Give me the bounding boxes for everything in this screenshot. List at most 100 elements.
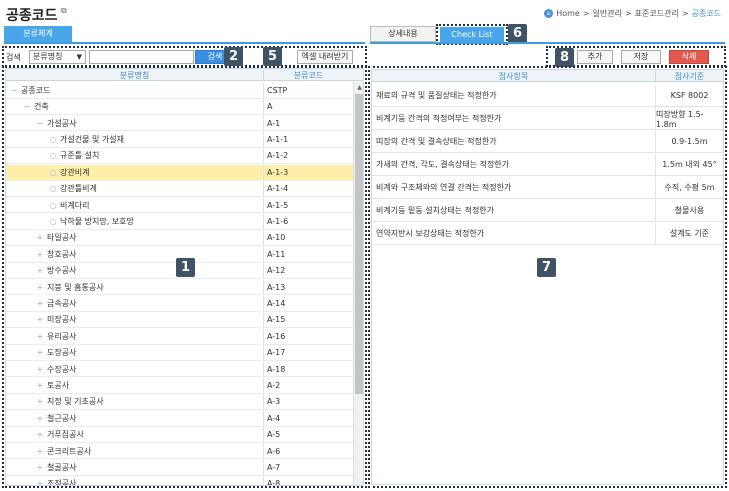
add-button[interactable]: 추가 [577,50,613,64]
tree-row[interactable]: + 지정 및 기초공사 A-3 [6,394,353,411]
tab-classification[interactable]: 분류체계 [4,26,72,42]
collapse-icon[interactable]: − [23,102,31,111]
tree-node: + 유리공사 [6,329,77,344]
checklist-standard: 설계도 기준 [655,223,723,244]
tree-row[interactable]: ○ 강관비계 A-1-3 [6,165,353,181]
checklist-row[interactable]: 가새의 간격, 각도, 결속상태는 적정한가 1.5m 내외 45° [372,154,723,176]
tree-node-label[interactable]: 수장공사 [47,364,76,375]
scroll-thumb[interactable] [355,94,363,394]
col-header-standard[interactable]: 점사기준 [655,71,723,82]
expand-icon[interactable]: + [36,283,44,292]
checklist-row[interactable]: 비계와 구조체와의 연결 간격는 적정한가 수직, 수평 5m [372,177,723,199]
col-header-code[interactable]: 분류코드 [263,70,353,81]
tree-node-label[interactable]: 철근공사 [47,413,76,424]
tree-node: ○ 강관틀비계 [6,181,97,196]
checklist-row[interactable]: 재료의 규격 및 품질상태는 적정한가 KSF 8002 [372,85,723,107]
tree-node: + 창호공사 [6,247,77,262]
checklist-row[interactable]: 연약지반시 보강상태는 적정한가 설계도 기준 [372,223,723,245]
expand-icon[interactable]: + [36,250,44,259]
external-link-icon[interactable]: ⧉ [61,6,67,16]
tree-row[interactable]: ○ 강관틀비계 A-1-4 [6,181,353,197]
expand-icon[interactable]: + [36,315,44,324]
home-icon[interactable]: ⌂ [544,9,554,18]
tree-row[interactable]: + 수장공사 A-18 [6,361,353,378]
tree-node-label[interactable]: 강관틀비계 [60,183,97,194]
expand-icon[interactable]: + [36,430,44,439]
tree-node-label[interactable]: 미장공사 [47,314,76,325]
tree-row[interactable]: + 조적공사 A-8 [6,476,353,485]
tree-node-label[interactable]: 도장공사 [47,347,76,358]
tree-node-label[interactable]: 거푸집공사 [47,429,84,440]
expand-icon[interactable]: + [36,381,44,390]
breadcrumb-item-general[interactable]: 일반관리 [593,8,622,19]
tree-row[interactable]: ○ 비계다리 A-1-5 [6,197,353,214]
col-header-item[interactable]: 점사항목 [372,71,655,82]
tree-node-label[interactable]: 유리공사 [47,331,76,342]
tree-row[interactable]: ○ 가설건물 및 가설재 A-1-1 [6,132,353,148]
tree-node-label[interactable]: 가설공사 [47,118,76,129]
expand-icon[interactable]: + [36,414,44,423]
tree-node-label[interactable]: 가설건물 및 가설재 [60,134,124,145]
tree-node-label[interactable]: 토공사 [47,380,69,391]
tree-row[interactable]: + 타일공사 A-10 [6,230,353,247]
tree-node-label[interactable]: 비계다리 [60,200,89,211]
checklist-row[interactable]: 비계기둥 간격의 적정여부는 적정한가 띠장방향 1.5-1.8m [372,108,723,130]
tree-node-code: A-1-1 [263,132,353,147]
expand-icon[interactable]: + [36,233,44,242]
tree-scrollbar[interactable]: ▲ [353,82,363,485]
tree-row[interactable]: + 도장공사 A-17 [6,345,353,361]
expand-icon[interactable]: + [36,463,44,472]
expand-icon[interactable]: + [36,266,44,275]
tree-node-label[interactable]: 공종코드 [21,85,50,96]
tree-node-label[interactable]: 건축 [34,101,49,112]
checklist-row[interactable]: 비계기둥 밑둥 설치상태는 적정한가 철물사용 [372,200,723,222]
tree-row[interactable]: + 콘크리트공사 A-6 [6,443,353,460]
tree-node-label[interactable]: 창호공사 [47,249,76,260]
tree-row[interactable]: + 금속공사 A-14 [6,296,353,312]
tree-row[interactable]: + 지붕 및 홈통공사 A-13 [6,279,353,296]
collapse-icon[interactable]: − [36,119,44,128]
tree-row[interactable]: + 철근공사 A-4 [6,411,353,427]
expand-icon[interactable]: + [36,348,44,357]
tree-row[interactable]: − 공종코드 CSTP [6,83,353,99]
tab-checklist[interactable]: Check List [440,27,504,43]
tree-row[interactable]: + 유리공사 A-16 [6,329,353,345]
tree-node-label[interactable]: 타일공사 [47,232,76,243]
collapse-icon[interactable]: − [10,86,18,95]
tree-row[interactable]: ○ 규준틀 설치 A-1-2 [6,148,353,165]
checklist-row[interactable]: 띠장의 간격 및 결속상태는 적정한가 0.9-1.5m [372,131,723,153]
breadcrumb-home[interactable]: Home [556,9,580,18]
expand-icon[interactable]: + [36,332,44,341]
tree-row[interactable]: + 거푸집공사 A-5 [6,427,353,443]
tree-node-label[interactable]: 조적공사 [47,478,76,485]
expand-icon[interactable]: + [36,447,44,456]
expand-icon[interactable]: + [36,365,44,374]
tree-row[interactable]: + 철골공사 A-7 [6,460,353,476]
tree-row[interactable]: + 토공사 A-2 [6,378,353,394]
tree-node-label[interactable]: 지붕 및 홈통공사 [47,282,104,293]
tree-node-label[interactable]: 방수공사 [47,265,76,276]
tree-node-label[interactable]: 금속공사 [47,298,76,309]
tree-row[interactable]: + 미장공사 A-15 [6,312,353,329]
tree-node-label[interactable]: 철골공사 [47,462,76,473]
expand-icon[interactable]: + [36,397,44,406]
excel-download-button[interactable]: 엑셀 내려받기 [297,50,353,64]
right-tab-underline [370,42,725,44]
tab-detail[interactable]: 상세내용 [370,26,436,42]
scroll-up-icon[interactable]: ▲ [354,84,363,91]
delete-button[interactable]: 삭제 [669,50,709,64]
tree-node-label[interactable]: 낙하물 방지망, 보호망 [60,216,134,227]
breadcrumb-item-stdcode[interactable]: 표준코드관리 [635,8,679,19]
tree-node-label[interactable]: 규준틀 설치 [60,150,99,161]
save-button[interactable]: 저장 [621,50,661,64]
tree-row[interactable]: ○ 낙하물 방지망, 보호망 A-1-6 [6,214,353,230]
expand-icon[interactable]: + [36,299,44,308]
tree-node-label[interactable]: 지정 및 기초공사 [47,396,104,407]
tree-node-label[interactable]: 콘크리트공사 [47,446,91,457]
expand-icon[interactable]: + [36,479,44,485]
col-header-name[interactable]: 분류명칭 [6,70,263,81]
tree-row[interactable]: − 건축 A [6,99,353,115]
annotation-badge-5: 5 [263,47,282,66]
tree-node-label[interactable]: 강관비계 [60,167,89,178]
tree-row[interactable]: − 가설공사 A-1 [6,115,353,132]
